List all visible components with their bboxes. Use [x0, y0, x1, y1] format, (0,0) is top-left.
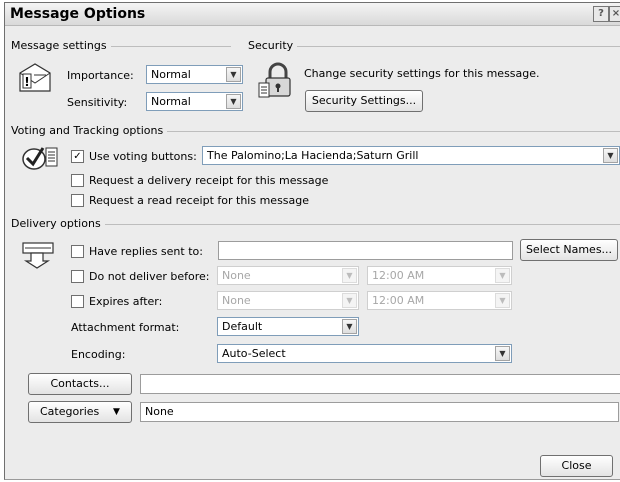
attachment-format-select[interactable]: Default ▼ [217, 317, 359, 336]
voting-group-label: Voting and Tracking options [11, 124, 168, 137]
sensitivity-select[interactable]: Normal ▼ [146, 92, 243, 111]
have-replies-checkbox[interactable] [71, 245, 84, 258]
do-not-deliver-date-select[interactable]: None ▼ [217, 266, 359, 285]
expires-checkbox[interactable] [71, 295, 84, 308]
attachment-format-label: Attachment format: [71, 321, 180, 334]
do-not-deliver-date-value: None [222, 269, 251, 282]
message-options-dialog: Message Options ? × Message settings ! I… [4, 2, 620, 480]
contacts-input[interactable] [140, 374, 620, 394]
close-button[interactable]: Close [540, 455, 613, 477]
message-settings-group-label: Message settings [11, 39, 111, 52]
categories-button-label: Categories [40, 405, 100, 418]
chevron-down-icon[interactable]: ▼ [342, 319, 357, 334]
sensitivity-label: Sensitivity: [67, 96, 128, 109]
encoding-label: Encoding: [71, 348, 126, 361]
chevron-down-icon[interactable]: ▼ [226, 94, 241, 109]
security-group-label: Security [248, 39, 298, 52]
security-divider [248, 46, 620, 47]
security-settings-button[interactable]: Security Settings... [305, 90, 423, 112]
voting-buttons-combo[interactable]: The Palomino;La Hacienda;Saturn Grill ▼ [202, 146, 620, 165]
read-receipt-label: Request a read receipt for this message [89, 194, 310, 207]
encoding-select[interactable]: Auto-Select ▼ [217, 344, 512, 363]
chevron-down-icon[interactable]: ▼ [495, 293, 510, 308]
voting-check-icon [22, 147, 58, 170]
caret-down-icon: ▼ [113, 407, 120, 417]
do-not-deliver-label: Do not deliver before: [89, 270, 210, 283]
do-not-deliver-time-value: 12:00 AM [372, 269, 425, 282]
delivery-truck-icon [22, 242, 54, 269]
do-not-deliver-checkbox[interactable] [71, 270, 84, 283]
delivery-receipt-label: Request a delivery receipt for this mess… [89, 174, 329, 187]
chevron-down-icon[interactable]: ▼ [603, 148, 618, 163]
lock-icon [258, 62, 291, 98]
chevron-down-icon[interactable]: ▼ [342, 293, 357, 308]
attachment-format-value: Default [222, 320, 263, 333]
title-bar: Message Options ? × [5, 3, 620, 26]
have-replies-label: Have replies sent to: [89, 245, 203, 258]
delivery-receipt-checkbox[interactable] [71, 174, 84, 187]
chevron-down-icon[interactable]: ▼ [495, 346, 510, 361]
expires-time-value: 12:00 AM [372, 294, 425, 307]
window-title: Message Options [10, 6, 146, 22]
importance-select[interactable]: Normal ▼ [146, 65, 243, 84]
chevron-down-icon[interactable]: ▼ [342, 268, 357, 283]
read-receipt-checkbox[interactable] [71, 194, 84, 207]
expires-date-select[interactable]: None ▼ [217, 291, 359, 310]
sensitivity-value: Normal [151, 95, 191, 108]
chevron-down-icon[interactable]: ▼ [226, 67, 241, 82]
envelope-importance-icon: ! [19, 63, 51, 92]
voting-buttons-value: The Palomino;La Hacienda;Saturn Grill [207, 149, 419, 162]
help-button[interactable]: ? [593, 6, 609, 22]
expires-time-select[interactable]: 12:00 AM ▼ [367, 291, 512, 310]
do-not-deliver-time-select[interactable]: 12:00 AM ▼ [367, 266, 512, 285]
contacts-button[interactable]: Contacts... [28, 373, 132, 395]
have-replies-input[interactable] [218, 241, 513, 260]
svg-text:!: ! [24, 75, 29, 89]
importance-value: Normal [151, 68, 191, 81]
close-window-button[interactable]: × [609, 6, 620, 22]
importance-label: Importance: [67, 69, 134, 82]
delivery-group-label: Delivery options [11, 217, 105, 230]
use-voting-checkbox[interactable]: ✓ [71, 150, 84, 163]
expires-label: Expires after: [89, 295, 163, 308]
security-description: Change security settings for this messag… [304, 67, 540, 80]
use-voting-label: Use voting buttons: [89, 150, 197, 163]
categories-value: None [145, 405, 174, 418]
expires-date-value: None [222, 294, 251, 307]
chevron-down-icon[interactable]: ▼ [495, 268, 510, 283]
select-names-button[interactable]: Select Names... [520, 239, 618, 261]
categories-button[interactable]: Categories ▼ [28, 401, 132, 423]
categories-input[interactable]: None [140, 402, 619, 422]
encoding-value: Auto-Select [222, 347, 286, 360]
